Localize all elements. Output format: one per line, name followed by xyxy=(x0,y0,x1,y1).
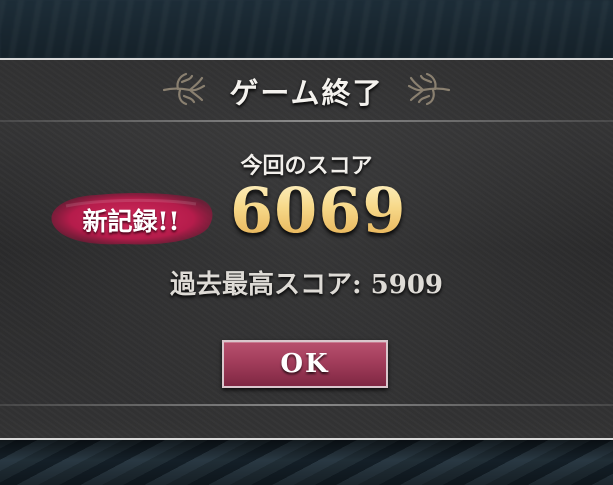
dialog-title: ゲーム終了 xyxy=(229,76,384,110)
best-score-separator: : xyxy=(351,270,362,300)
background-chains xyxy=(0,440,613,485)
ok-button[interactable]: OK xyxy=(222,340,388,388)
game-over-dialog: ゲーム終了 今回のスコア 新記録!! 6069 過去最高スコア: 5909 OK xyxy=(0,58,613,440)
best-score-label: 過去最高スコア xyxy=(169,270,352,300)
header-divider xyxy=(0,120,613,122)
ornament-right-icon xyxy=(405,68,453,108)
background-scene xyxy=(0,0,613,58)
best-score-row: 過去最高スコア: 5909 xyxy=(0,264,613,301)
best-score-value: 5909 xyxy=(370,270,444,300)
game-screen: ゲーム終了 今回のスコア 新記録!! 6069 過去最高スコア: 5909 OK xyxy=(0,0,613,485)
new-record-text: 新記録!! xyxy=(82,207,180,236)
new-record-badge: 新記録!! xyxy=(46,186,216,250)
footer-divider xyxy=(0,404,613,406)
current-score-value: 6069 xyxy=(230,174,407,247)
